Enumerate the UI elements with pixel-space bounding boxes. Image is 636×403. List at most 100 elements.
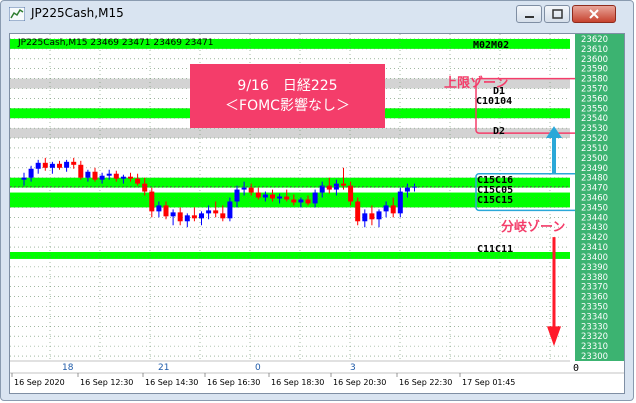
candle-bear — [92, 171, 98, 180]
candle-bull — [404, 187, 410, 192]
time-tick-label: 16 Sep 12:30 — [80, 378, 133, 387]
price-tick-label: 23550 — [581, 104, 608, 114]
price-tick-label: 23540 — [581, 114, 608, 124]
price-tick-label: 23360 — [581, 293, 608, 303]
window-title: JP225Cash,M15 — [31, 6, 124, 20]
price-tick-label: 23410 — [581, 243, 608, 253]
price-tick-label: 23320 — [581, 332, 608, 342]
candle-bull — [99, 175, 105, 180]
level-label-extra: 0 — [573, 363, 580, 374]
candle-bear — [78, 164, 84, 178]
price-tick-label: 23530 — [581, 124, 608, 134]
sub-axis-label: 3 — [350, 363, 356, 373]
minimize-button[interactable] — [516, 5, 542, 23]
candle-bull — [120, 176, 126, 179]
candle-bull — [298, 199, 304, 203]
candle-bear — [191, 215, 197, 219]
branch-zone-label: 分岐ゾーン — [501, 220, 566, 235]
price-tick-label: 23350 — [581, 303, 608, 313]
time-tick-label: 16 Sep 20:30 — [333, 378, 386, 387]
candle-bear — [71, 161, 77, 165]
price-tick-label: 23400 — [581, 253, 608, 263]
price-tick-label: 23590 — [581, 65, 608, 75]
price-tick-label: 23480 — [581, 174, 608, 184]
sub-axis-label: 0 — [255, 363, 261, 373]
candle-bear — [355, 201, 361, 222]
candle-bear — [291, 199, 297, 203]
price-tick-label: 23460 — [581, 194, 608, 204]
maximize-icon — [552, 9, 563, 19]
annotation-box: 9/16 日経225 ＜FOMC影響なし＞ — [190, 64, 385, 128]
candle-bull — [241, 187, 247, 190]
candle-bear — [326, 185, 332, 190]
price-tick-label: 23490 — [581, 164, 608, 174]
candle-bear — [163, 205, 169, 217]
price-tick-label: 23570 — [581, 85, 608, 95]
candle-bull — [312, 192, 318, 204]
price-tick-label: 23610 — [581, 45, 608, 55]
candle-bear — [341, 183, 346, 186]
chart-window: JP225Cash,M15 JP225Cash,M15 23469 23471 … — [0, 0, 634, 401]
candle-bull — [156, 205, 162, 212]
candle-bear — [284, 196, 290, 200]
annotation-line-1: 9/16 日経225 — [237, 78, 338, 94]
chart-header: JP225Cash,M15 23469 23471 23469 23471 — [17, 38, 214, 48]
candle-bull — [85, 171, 91, 178]
price-tick-label: 23370 — [581, 283, 608, 293]
candle-bear — [270, 194, 275, 199]
candle-bear — [305, 199, 311, 204]
candle-bull — [184, 215, 190, 222]
annotation-line-2: ＜FOMC影響なし＞ — [225, 98, 350, 114]
candle-bull — [106, 173, 112, 176]
price-tick-label: 23390 — [581, 263, 608, 273]
candle-bull — [28, 168, 34, 178]
chart-area[interactable]: JP225Cash,M15 23469 23471 23469 23471 236… — [9, 33, 625, 394]
candle-bull — [397, 191, 403, 214]
price-tick-label: 23520 — [581, 134, 608, 144]
candle-bull — [277, 196, 283, 199]
candle-bear — [149, 191, 155, 212]
candle-bull — [262, 194, 268, 198]
time-tick-label: 16 Sep 16:30 — [207, 378, 260, 387]
price-tick-label: 23380 — [581, 273, 608, 283]
close-icon — [589, 9, 599, 19]
candle-bear — [142, 183, 148, 192]
candle-bull — [383, 205, 389, 212]
title-bar[interactable]: JP225Cash,M15 — [1, 1, 633, 27]
price-tick-label: 23340 — [581, 312, 608, 322]
price-tick-label: 23310 — [581, 342, 608, 352]
level-label-top: M02M02 — [473, 40, 510, 51]
close-button[interactable] — [572, 5, 616, 23]
candle-bear — [42, 162, 48, 168]
time-tick-label: 17 Sep 01:45 — [462, 378, 515, 387]
candle-bull — [35, 162, 41, 169]
chart-app-icon — [9, 7, 25, 21]
candle-bear — [255, 192, 261, 198]
sub-axis-label: 18 — [62, 363, 74, 373]
level-label-m3: C15C15 — [477, 195, 514, 206]
candle-bull — [49, 163, 55, 168]
candle-bear — [213, 210, 219, 214]
maximize-button[interactable] — [544, 5, 570, 23]
price-tick-label: 23560 — [581, 94, 608, 104]
price-tick-label: 23430 — [581, 223, 608, 233]
level-label-d2: D2 — [493, 126, 506, 137]
candle-bear — [369, 213, 375, 220]
candle-bear — [348, 185, 354, 202]
sub-axis — [10, 361, 570, 371]
price-tick-label: 23450 — [581, 203, 608, 213]
candle-bull — [199, 213, 204, 219]
level-label-low: C11C11 — [477, 244, 514, 255]
price-tick-label: 23470 — [581, 184, 608, 194]
price-tick-label: 23440 — [581, 213, 608, 223]
candle-bull — [234, 189, 240, 202]
candle-bear — [248, 187, 254, 193]
price-tick-label: 23300 — [581, 352, 608, 362]
candle-bull — [21, 177, 27, 180]
price-tick-label: 23500 — [581, 154, 608, 164]
candle-bear — [390, 205, 396, 214]
price-tick-label: 23510 — [581, 144, 608, 154]
sub-axis-label: 21 — [158, 363, 169, 373]
candle-bull — [170, 212, 176, 217]
candle-bull — [206, 210, 212, 214]
